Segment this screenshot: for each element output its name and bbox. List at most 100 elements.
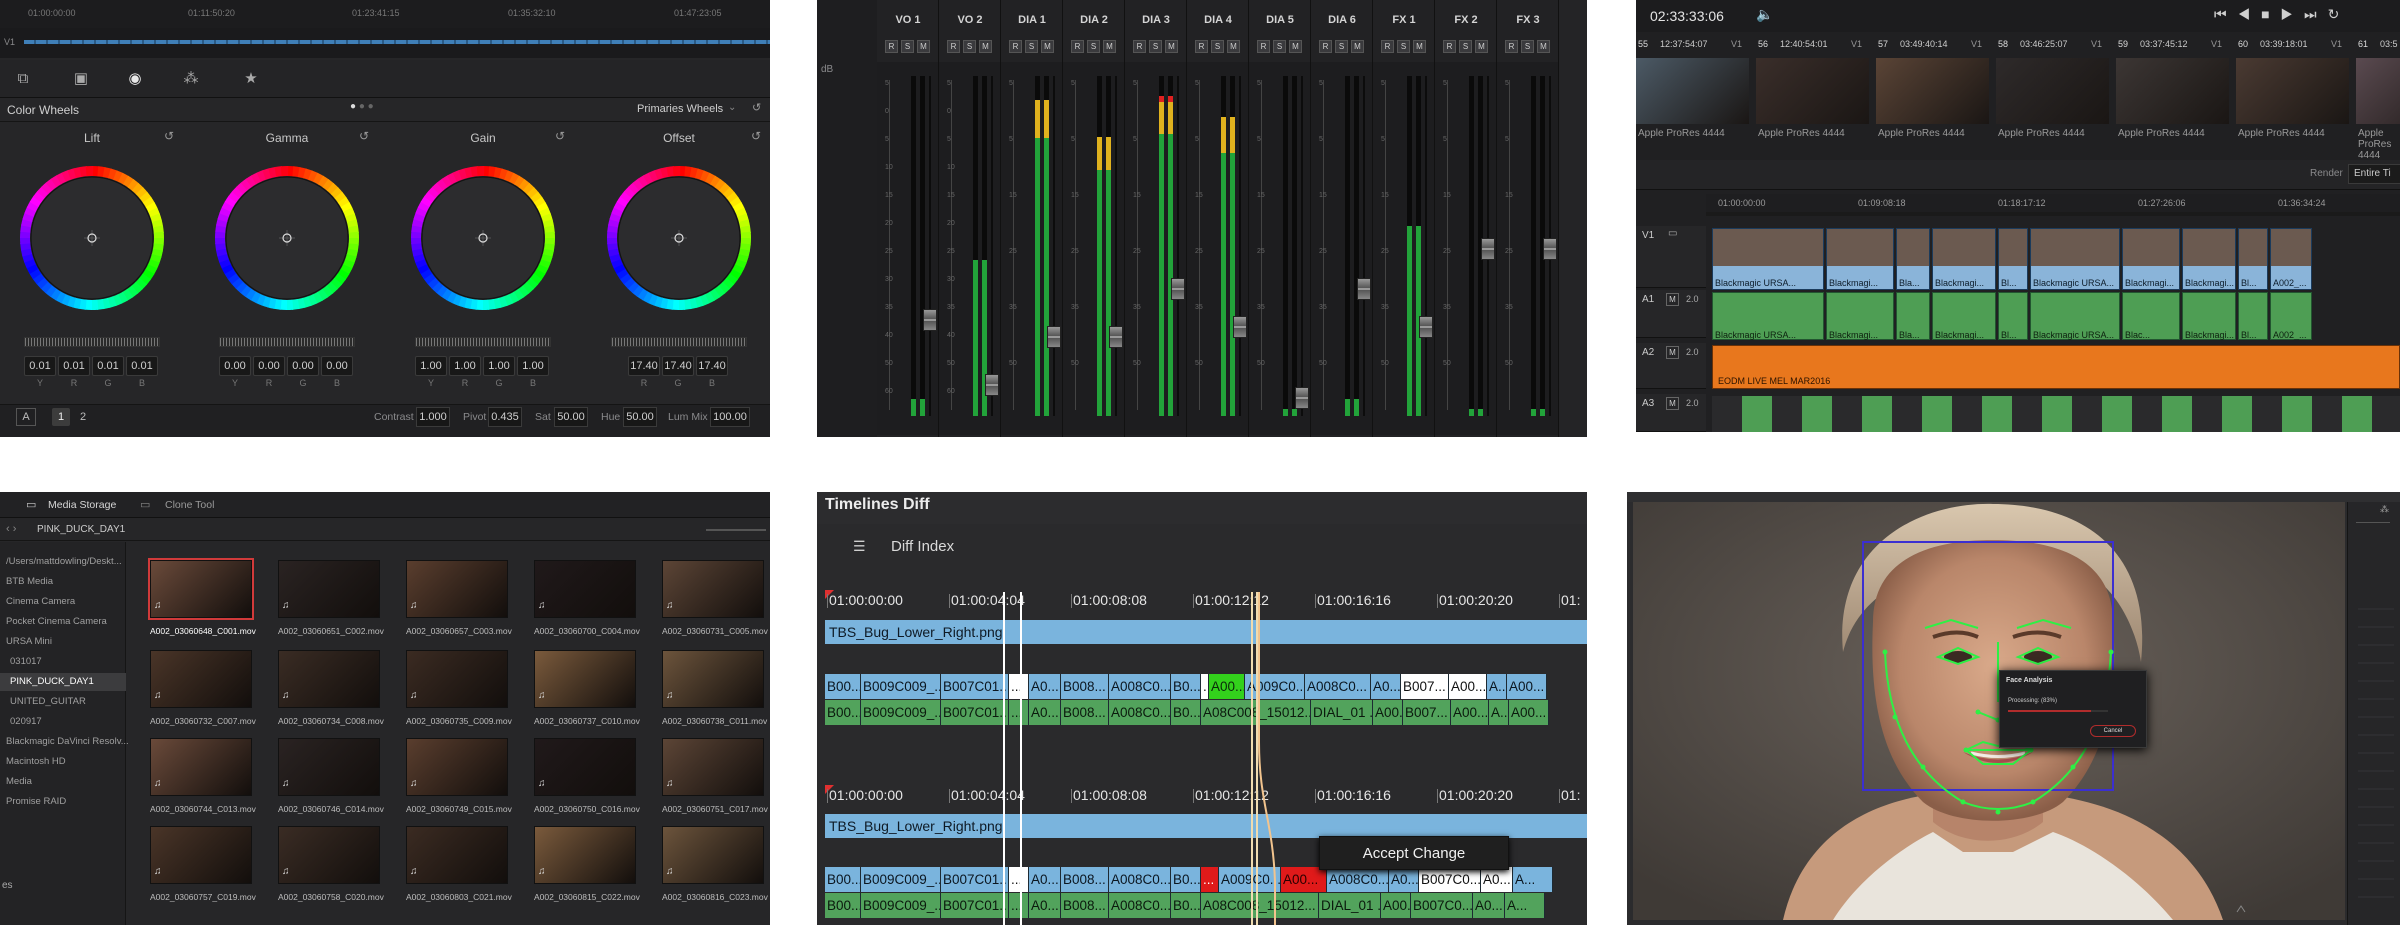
fader-cap[interactable]	[985, 374, 999, 396]
sidebar-item[interactable]: PINK_DUCK_DAY1	[10, 676, 94, 687]
track-segment[interactable]: ...	[1009, 893, 1029, 918]
track-segment[interactable]: A0...	[1029, 867, 1061, 892]
page-dots[interactable]: ● ● ●	[350, 101, 374, 112]
rsm-button[interactable]: M	[1227, 40, 1240, 53]
fader-groove[interactable]	[1177, 76, 1179, 416]
media-thumbnail[interactable]	[150, 650, 252, 708]
rsm-button[interactable]: R	[1195, 40, 1208, 53]
rsm-button[interactable]: M	[979, 40, 992, 53]
media-thumbnail[interactable]	[278, 650, 380, 708]
fader-cap[interactable]	[1295, 387, 1309, 409]
media-thumbnail[interactable]	[148, 558, 254, 620]
color-wheel[interactable]	[601, 160, 757, 316]
wheel-value-field[interactable]: 0.00	[321, 356, 353, 376]
track-segment[interactable]: A00...	[1509, 700, 1549, 725]
wheel-value-field[interactable]: 0.01	[24, 356, 56, 376]
rsm-button[interactable]: M	[1351, 40, 1364, 53]
sidebar-item[interactable]: /Users/mattdowling/Deskt...	[6, 556, 122, 567]
fader-groove[interactable]	[1239, 76, 1241, 416]
nodes-icon[interactable]: ⁂	[180, 68, 202, 90]
rsm-button[interactable]: R	[1071, 40, 1084, 53]
rsm-button[interactable]: R	[1009, 40, 1022, 53]
graphic-clip[interactable]: TBS_Bug_Lower_Right.png	[825, 814, 1587, 838]
sidebar-item[interactable]: Pocket Cinema Camera	[6, 616, 107, 627]
rsm-button[interactable]: S	[1273, 40, 1286, 53]
cancel-button[interactable]: Cancel	[2090, 725, 2136, 737]
track-segment[interactable]: A0...	[1473, 893, 1505, 918]
clip-thumbnail[interactable]	[2356, 58, 2400, 124]
rsm-button[interactable]: M	[1041, 40, 1054, 53]
media-thumbnail[interactable]	[278, 560, 380, 618]
track-segment[interactable]: A008C0...	[1305, 674, 1371, 699]
track-segment[interactable]: A0...	[1481, 867, 1513, 892]
clip-thumbnail[interactable]	[2116, 58, 2229, 124]
wheel-value-field[interactable]: 17.40	[628, 356, 660, 376]
media-thumbnail[interactable]	[662, 826, 764, 884]
media-thumbnail[interactable]	[278, 826, 380, 884]
track-segment[interactable]: B007...	[1403, 700, 1451, 725]
timeline-ruler[interactable]: 01:00:00:00 01:11:50:20 01:23:41:15 01:3…	[0, 0, 770, 28]
reset-icon[interactable]: ↺	[359, 129, 369, 143]
wheel-value-field[interactable]: 17.40	[662, 356, 694, 376]
rsm-button[interactable]: S	[1397, 40, 1410, 53]
rsm-button[interactable]: R	[1257, 40, 1270, 53]
track-segment[interactable]: B0...	[1171, 700, 1201, 725]
star-icon[interactable]: ★	[240, 68, 262, 90]
wheel-value-field[interactable]: 1.00	[517, 356, 549, 376]
rsm-button[interactable]: R	[1319, 40, 1332, 53]
wheel-value-field[interactable]: 0.00	[253, 356, 285, 376]
rsm-button[interactable]: R	[885, 40, 898, 53]
track-segment[interactable]: B008...	[1061, 893, 1109, 918]
wheel-value-field[interactable]: 0.00	[219, 356, 251, 376]
wheel-value-field[interactable]: 1.00	[483, 356, 515, 376]
target-icon[interactable]: ◉	[124, 68, 146, 90]
clip-thumbnail[interactable]	[1636, 58, 1749, 124]
rsm-button[interactable]: M	[1537, 40, 1550, 53]
sidebar-item[interactable]: 031017	[10, 656, 42, 667]
track-segment[interactable]: B009C009_...	[861, 674, 941, 699]
clip-thumbnail[interactable]	[1996, 58, 2109, 124]
rsm-button[interactable]: S	[1149, 40, 1162, 53]
media-thumbnail[interactable]	[534, 826, 636, 884]
back-icon[interactable]: ‹ ›	[6, 523, 16, 535]
track-segment[interactable]: A00...	[1281, 867, 1327, 892]
rsm-button[interactable]: S	[1459, 40, 1472, 53]
rsm-button[interactable]: M	[917, 40, 930, 53]
rsm-button[interactable]: R	[1133, 40, 1146, 53]
master-jog-wheel[interactable]	[611, 337, 747, 347]
track-segment[interactable]: A...	[1505, 893, 1545, 918]
transport-controls[interactable]: ⏮◀■▶⏭↻	[2214, 6, 2350, 23]
rsm-button[interactable]: M	[1475, 40, 1488, 53]
track-segment[interactable]: B00...	[825, 867, 861, 892]
rsm-button[interactable]: S	[1521, 40, 1534, 53]
track-segment[interactable]: A0...	[1371, 674, 1401, 699]
wheel-value-field[interactable]: 1.00	[415, 356, 447, 376]
accept-change-button[interactable]: Accept Change	[1319, 836, 1509, 870]
media-thumbnail[interactable]	[534, 650, 636, 708]
media-thumbnail[interactable]	[150, 738, 252, 796]
fader-groove[interactable]	[1363, 76, 1365, 416]
rsm-button[interactable]: M	[1413, 40, 1426, 53]
media-thumbnail[interactable]	[406, 738, 508, 796]
track-segment[interactable]: A00...	[1451, 700, 1489, 725]
track-segment[interactable]: A0...	[1029, 674, 1061, 699]
track-segment[interactable]: A...	[1513, 867, 1553, 892]
sidebar-item[interactable]: BTB Media	[6, 576, 53, 587]
media-thumbnail[interactable]	[662, 560, 764, 618]
wheel-value-field[interactable]: 0.01	[58, 356, 90, 376]
track-segment[interactable]: ...	[1009, 867, 1029, 892]
track-segment[interactable]: A008C0...	[1109, 674, 1171, 699]
track-segment[interactable]: A00...	[1381, 893, 1411, 918]
face-viewer[interactable]	[1633, 502, 2345, 920]
sat-field[interactable]: 50.00	[554, 407, 588, 427]
fader-cap[interactable]	[1109, 326, 1123, 348]
media-thumbnail[interactable]	[406, 826, 508, 884]
clip-thumbnail[interactable]	[2236, 58, 2349, 124]
sidebar-item[interactable]: Cinema Camera	[6, 596, 75, 607]
pivot-field[interactable]: 0.435	[488, 407, 522, 427]
media-thumbnail[interactable]	[662, 650, 764, 708]
page-2-button[interactable]: 2	[74, 408, 92, 426]
master-jog-wheel[interactable]	[24, 337, 160, 347]
track-segment[interactable]: B007C01...	[941, 700, 1009, 725]
track-segment[interactable]: B008...	[1061, 674, 1109, 699]
